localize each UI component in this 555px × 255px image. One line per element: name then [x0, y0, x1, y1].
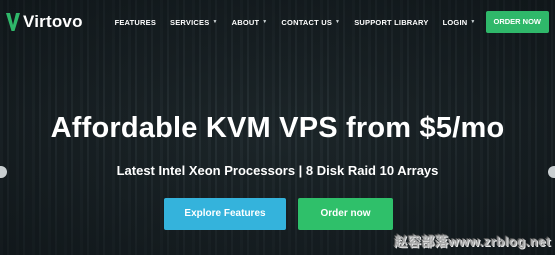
caret-down-icon: ▼ — [470, 19, 476, 25]
nav-item-services[interactable]: SERVICES ▼ — [170, 18, 218, 27]
nav-item-login[interactable]: LOGIN ▼ — [443, 18, 476, 27]
order-now-cta-button[interactable]: Order now — [298, 198, 393, 230]
nav-item-label: CONTACT US — [281, 17, 333, 27]
explore-features-button[interactable]: Explore Features — [164, 198, 286, 230]
nav-item-label: ABOUT — [231, 17, 260, 27]
caret-down-icon: ▼ — [212, 19, 218, 25]
caret-down-icon: ▼ — [262, 19, 268, 25]
nav-item-label: FEATURES — [114, 17, 157, 27]
brand-name: Virtovo — [23, 12, 83, 31]
nav-item-features[interactable]: FEATURES — [115, 18, 156, 27]
watermark-text: 赵容部落www.zrblog.net — [394, 234, 551, 249]
nav-item-support-library[interactable]: SUPPORT LIBRARY — [354, 18, 428, 27]
nav-item-label: SERVICES — [170, 17, 210, 27]
nav-item-label: LOGIN — [442, 17, 468, 27]
order-now-button[interactable]: ORDER NOW — [485, 11, 549, 33]
nav-item-label: SUPPORT LIBRARY — [354, 17, 429, 27]
hero-headline: Affordable KVM VPS from $5/mo — [50, 112, 505, 144]
caret-down-icon: ▼ — [335, 19, 341, 25]
nav-item-about[interactable]: ABOUT ▼ — [232, 18, 268, 27]
v-logo-icon — [6, 13, 20, 31]
nav-menu: FEATURES SERVICES ▼ ABOUT ▼ CONTACT US ▼… — [101, 0, 549, 44]
slider-next-arrow[interactable] — [548, 166, 555, 178]
top-navbar: Virtovo FEATURES SERVICES ▼ ABOUT ▼ CONT… — [0, 0, 555, 44]
nav-item-contact-us[interactable]: CONTACT US ▼ — [281, 18, 340, 27]
brand-logo[interactable]: Virtovo — [6, 12, 83, 32]
hero-subline: Latest Intel Xeon Processors | 8 Disk Ra… — [116, 163, 439, 178]
